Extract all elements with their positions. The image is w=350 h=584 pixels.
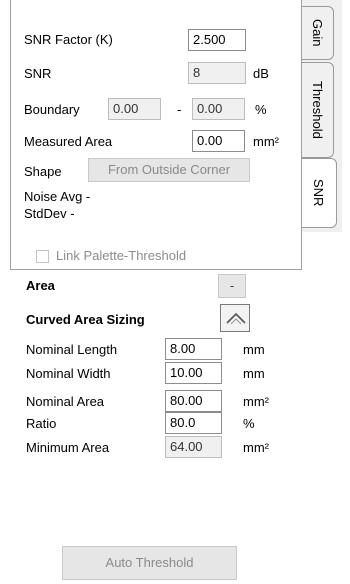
- boundary-min-input[interactable]: 0.00: [108, 98, 161, 120]
- ratio-input[interactable]: 80.0: [165, 412, 222, 434]
- auto-threshold-button[interactable]: Auto Threshold: [62, 546, 237, 580]
- boundary-separator: -: [177, 102, 182, 117]
- nominal-width-unit: mm: [243, 366, 265, 381]
- area-button[interactable]: -: [218, 274, 246, 298]
- boundary-unit: %: [255, 102, 267, 117]
- nominal-length-input[interactable]: 8.00: [165, 338, 222, 360]
- measured-area-value: 0.00: [192, 130, 245, 152]
- area-label: Area: [26, 278, 55, 293]
- ratio-label: Ratio: [26, 416, 57, 431]
- link-palette-checkbox[interactable]: [36, 250, 49, 263]
- tab-strip: Gain Threshold SNR: [301, 0, 342, 232]
- tab-threshold-label: Threshold: [310, 81, 325, 139]
- snr-unit: dB: [253, 66, 269, 81]
- nominal-area-label: Nominal Area: [26, 394, 105, 409]
- curved-area-sizing-label: Curved Area Sizing: [26, 312, 145, 327]
- nominal-length-unit: mm: [243, 342, 265, 357]
- ratio-unit: %: [243, 416, 255, 431]
- tab-threshold[interactable]: Threshold: [302, 62, 334, 158]
- nominal-length-label: Nominal Length: [26, 342, 118, 357]
- tab-snr-label: SNR: [311, 179, 326, 207]
- tab-snr[interactable]: SNR: [301, 158, 337, 228]
- measured-area-unit: mm²: [253, 134, 279, 149]
- snr-label: SNR: [24, 66, 52, 81]
- shape-label: Shape: [24, 164, 62, 179]
- measured-area-label: Measured Area: [24, 134, 113, 149]
- boundary-max-input[interactable]: 0.00: [192, 98, 245, 120]
- snr-value: 8: [188, 62, 246, 84]
- shape-select[interactable]: From Outside Corner: [88, 158, 250, 182]
- nominal-area-unit: mm²: [243, 394, 269, 409]
- curved-area-toggle-button[interactable]: [220, 304, 250, 332]
- noise-avg-label: Noise Avg -: [24, 189, 91, 204]
- snr-factor-label: SNR Factor (K): [24, 32, 113, 47]
- minimum-area-label: Minimum Area: [26, 440, 110, 455]
- tab-gain[interactable]: Gain: [302, 6, 334, 60]
- nominal-area-input[interactable]: 80.00: [165, 390, 222, 412]
- snr-factor-input[interactable]: 2.500: [188, 29, 246, 51]
- tab-gain-label: Gain: [310, 19, 325, 47]
- stddev-label: StdDev -: [24, 206, 75, 221]
- boundary-label: Boundary: [24, 102, 80, 117]
- link-palette-label: Link Palette-Threshold: [56, 248, 187, 263]
- minimum-area-value: 64.00: [165, 436, 222, 458]
- nominal-width-label: Nominal Width: [26, 366, 111, 381]
- minimum-area-unit: mm²: [243, 440, 269, 455]
- chevron-up-icon: [226, 312, 246, 325]
- nominal-width-input[interactable]: 10.00: [165, 362, 222, 384]
